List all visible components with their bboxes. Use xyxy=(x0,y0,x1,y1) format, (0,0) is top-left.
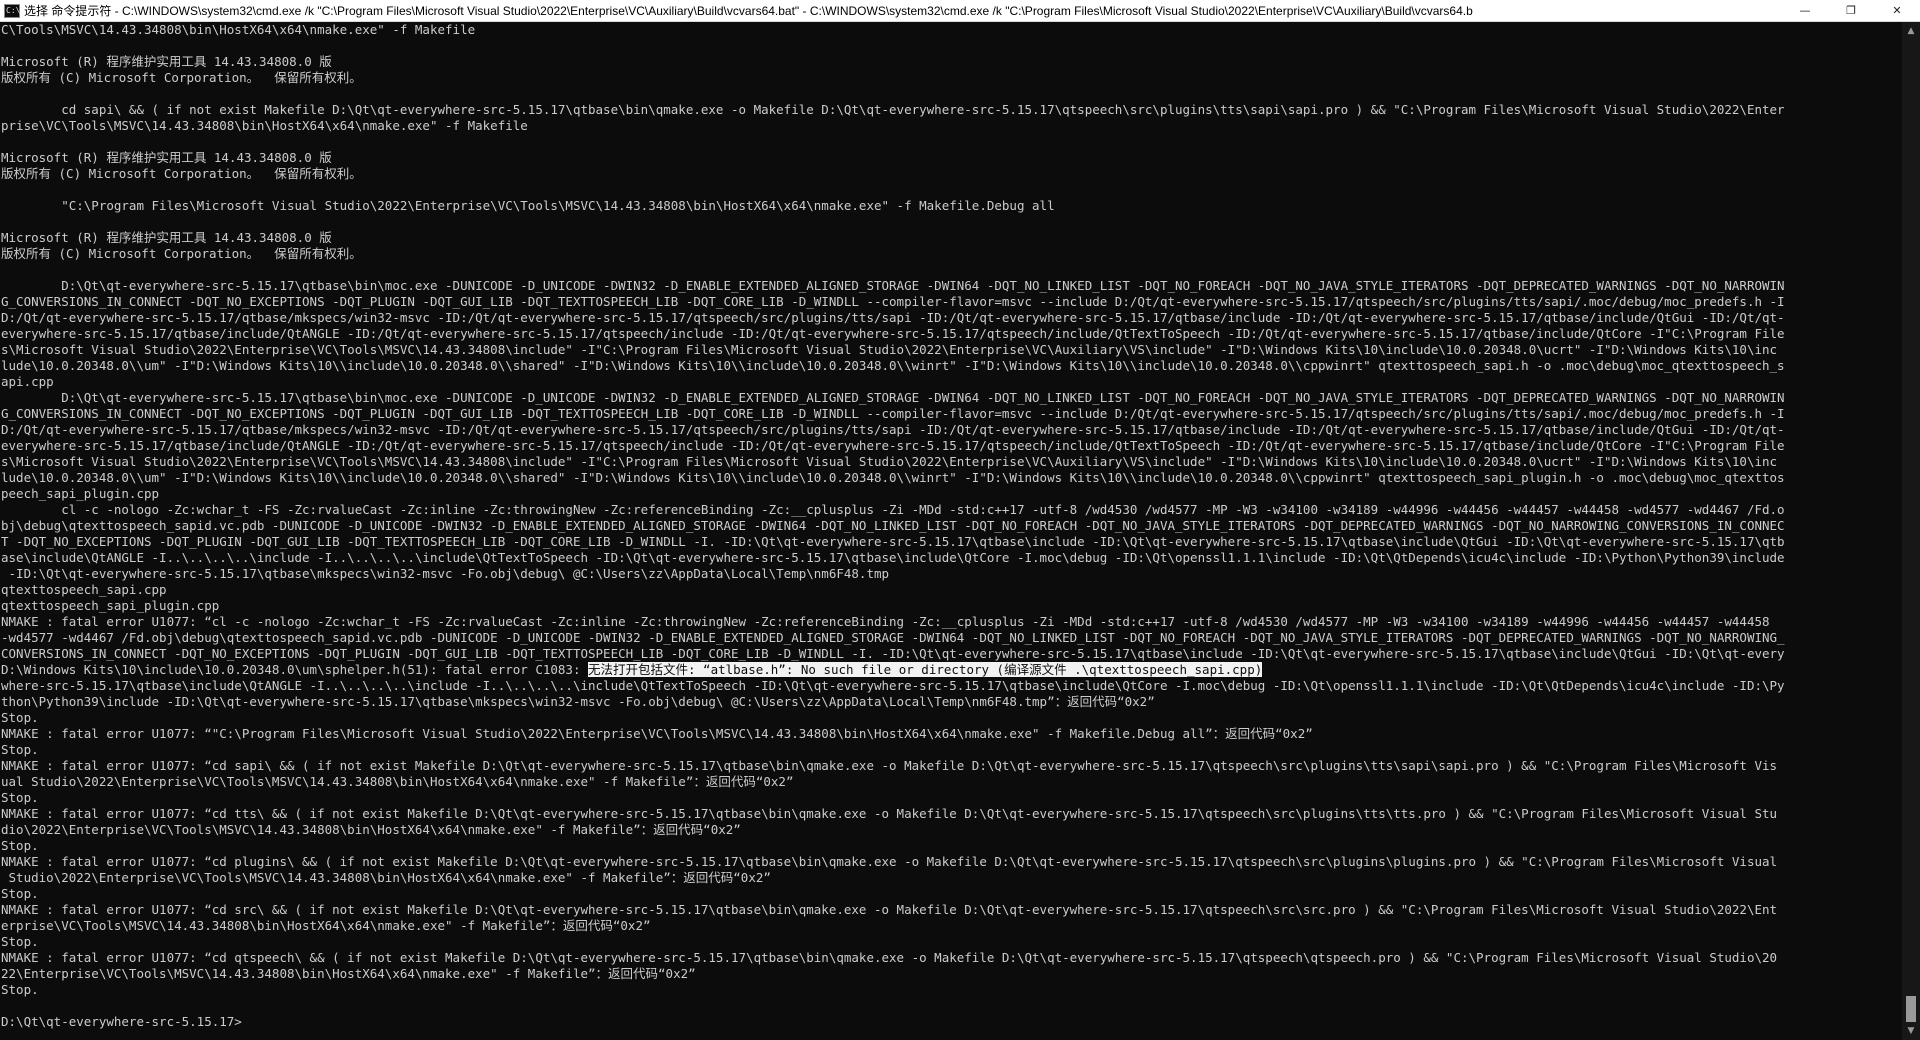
console-line: s\Microsoft Visual Studio\2022\Enterpris… xyxy=(1,454,1778,469)
console-line: where-src-5.15.17\qtbase\include\QtANGLE… xyxy=(1,678,1785,693)
console-line: Stop. xyxy=(1,710,39,725)
console-line: NMAKE : fatal error U1077: “cl -c -nolog… xyxy=(1,614,1770,629)
console-line-error: D:\Windows Kits\10\include\10.0.20348.0\… xyxy=(1,662,1902,678)
scroll-up-arrow-icon[interactable]: ▲ xyxy=(1902,22,1920,40)
console-line: D:\Qt\qt-everywhere-src-5.15.17\qtbase\b… xyxy=(1,390,1785,405)
console-line: qtexttospeech_sapi.cpp xyxy=(1,582,167,597)
restore-button[interactable]: ❐ xyxy=(1828,0,1874,22)
error-prefix: D:\Windows Kits\10\include\10.0.20348.0\… xyxy=(1,662,588,677)
console-line: -ID:\Qt\qt-everywhere-src-5.15.17\qtbase… xyxy=(1,566,890,581)
console-line: G_CONVERSIONS_IN_CONNECT -DQT_NO_EXCEPTI… xyxy=(1,294,1785,309)
console-line: s\Microsoft Visual Studio\2022\Enterpris… xyxy=(1,342,1778,357)
console-line: bj\debug\qtexttospeech_sapid.vc.pdb -DUN… xyxy=(1,518,1785,533)
console-line: everywhere-src-5.15.17/qtbase/include/Qt… xyxy=(1,438,1785,453)
console-line: Microsoft (R) 程序维护实用工具 14.43.34808.0 版 xyxy=(1,230,332,245)
console-line: D:/Qt/qt-everywhere-src-5.15.17/qtbase/m… xyxy=(1,422,1785,437)
console-line: Stop. xyxy=(1,790,39,805)
window-title: 选择 命令提示符 - C:\WINDOWS\system32\cmd.exe /… xyxy=(24,3,1473,18)
close-button[interactable]: ✕ xyxy=(1874,0,1920,22)
console-line: 版权所有 (C) Microsoft Corporation。 保留所有权利。 xyxy=(1,70,362,85)
console-line: Stop. xyxy=(1,934,39,949)
console-line: Microsoft (R) 程序维护实用工具 14.43.34808.0 版 xyxy=(1,150,332,165)
scrollbar-thumb[interactable] xyxy=(1906,996,1916,1022)
console-line: peech_sapi_plugin.cpp xyxy=(1,486,160,501)
console-line: thon\Python39\include -ID:\Qt\qt-everywh… xyxy=(1,694,1155,709)
console-line: prise\VC\Tools\MSVC\14.43.34808\bin\Host… xyxy=(1,118,528,133)
console-line: "C:\Program Files\Microsoft Visual Studi… xyxy=(1,198,1055,213)
console-line: Stop. xyxy=(1,886,39,901)
console-line: C\Tools\MSVC\14.43.34808\bin\HostX64\x64… xyxy=(1,22,476,37)
console-line: CONVERSIONS_IN_CONNECT -DQT_NO_EXCEPTION… xyxy=(1,646,1785,661)
console-line: qtexttospeech_sapi_plugin.cpp xyxy=(1,598,220,613)
console-line: Stop. xyxy=(1,982,39,997)
console-line: everywhere-src-5.15.17/qtbase/include/Qt… xyxy=(1,326,1785,341)
console-line: T -DQT_NO_EXCEPTIONS -DQT_PLUGIN -DQT_GU… xyxy=(1,534,1785,549)
console-line: ual Studio\2022\Enterprise\VC\Tools\MSVC… xyxy=(1,774,794,789)
console-line: api.cpp xyxy=(1,374,54,389)
console-line: cl -c -nologo -Zc:wchar_t -FS -Zc:rvalue… xyxy=(1,502,1785,517)
console-window: C:\ 选择 命令提示符 - C:\WINDOWS\system32\cmd.e… xyxy=(0,0,1920,1040)
console-line: G_CONVERSIONS_IN_CONNECT -DQT_NO_EXCEPTI… xyxy=(1,406,1785,421)
title-bar[interactable]: C:\ 选择 命令提示符 - C:\WINDOWS\system32\cmd.e… xyxy=(0,0,1920,22)
console-line: ase\include\QtANGLE -I..\..\..\..\includ… xyxy=(1,550,1785,565)
console-line: 22\Enterprise\VC\Tools\MSVC\14.43.34808\… xyxy=(1,966,696,981)
console-line: Microsoft (R) 程序维护实用工具 14.43.34808.0 版 xyxy=(1,54,332,69)
vertical-scrollbar[interactable]: ▲ ▼ xyxy=(1902,22,1920,1040)
console-line: D:\Qt\qt-everywhere-src-5.15.17> xyxy=(1,1014,242,1029)
console-line: NMAKE : fatal error U1077: “cd plugins\ … xyxy=(1,854,1778,869)
console-line: 版权所有 (C) Microsoft Corporation。 保留所有权利。 xyxy=(1,166,362,181)
console-line: D:/Qt/qt-everywhere-src-5.15.17/qtbase/m… xyxy=(1,310,1785,325)
console-line: cd sapi\ && ( if not exist Makefile D:\Q… xyxy=(1,102,1785,117)
console-line: 版权所有 (C) Microsoft Corporation。 保留所有权利。 xyxy=(1,246,362,261)
scroll-down-arrow-icon[interactable]: ▼ xyxy=(1902,1022,1920,1040)
console-line: NMAKE : fatal error U1077: “cd src\ && (… xyxy=(1,902,1778,917)
console-line: dio\2022\Enterprise\VC\Tools\MSVC\14.43.… xyxy=(1,822,741,837)
console-line: NMAKE : fatal error U1077: “cd tts\ && (… xyxy=(1,806,1778,821)
console-line: NMAKE : fatal error U1077: “cd qtspeech\… xyxy=(1,950,1778,965)
minimize-button[interactable]: — xyxy=(1782,0,1828,22)
console-line: D:\Qt\qt-everywhere-src-5.15.17\qtbase\b… xyxy=(1,278,1785,293)
console-line: NMAKE : fatal error U1077: “cd sapi\ && … xyxy=(1,758,1778,773)
console-line: Stop. xyxy=(1,838,39,853)
console-line: erprise\VC\Tools\MSVC\14.43.34808\bin\Ho… xyxy=(1,918,651,933)
console-line: lude\10.0.20348.0\\um" -I"D:\Windows Kit… xyxy=(1,358,1785,373)
selected-text[interactable]: 无法打开包括文件: “atlbase.h”: No such file or d… xyxy=(588,662,1263,677)
console-line: -wd4577 -wd4467 /Fd.obj\debug\qtexttospe… xyxy=(1,630,1785,645)
console-line: NMAKE : fatal error U1077: “"C:\Program … xyxy=(1,726,1313,741)
console-line: lude\10.0.20348.0\\um" -I"D:\Windows Kit… xyxy=(1,470,1785,485)
console-output[interactable]: C\Tools\MSVC\14.43.34808\bin\HostX64\x64… xyxy=(0,22,1902,1040)
console-line: Studio\2022\Enterprise\VC\Tools\MSVC\14.… xyxy=(1,870,771,885)
window-controls: — ❐ ✕ xyxy=(1782,0,1920,22)
console-line: Stop. xyxy=(1,742,39,757)
cmd-app-icon[interactable]: C:\ xyxy=(4,3,20,18)
